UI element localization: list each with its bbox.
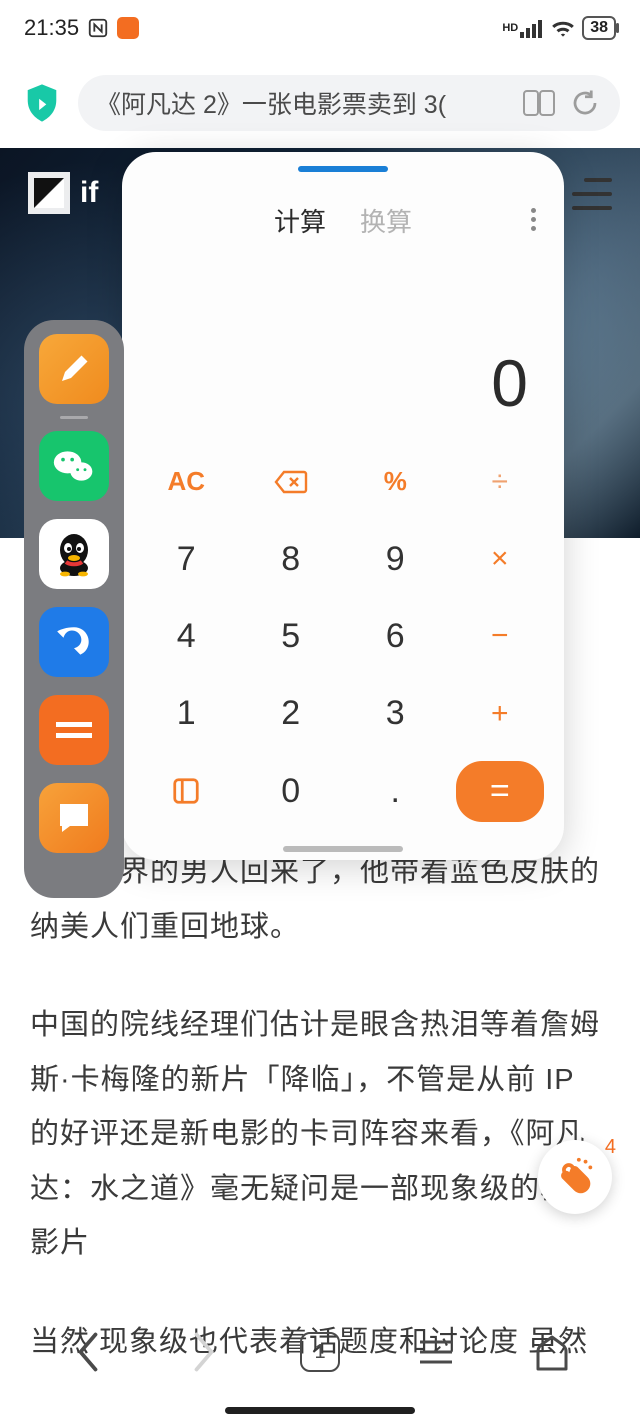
- nav-home-button[interactable]: [525, 1325, 579, 1379]
- nav-menu-button[interactable]: [409, 1325, 463, 1379]
- calculator-display: 0: [122, 239, 564, 439]
- status-left: 21:35: [24, 15, 139, 41]
- home-indicator[interactable]: [225, 1407, 415, 1414]
- key-add[interactable]: +: [450, 677, 551, 750]
- key-divide[interactable]: ÷: [450, 445, 551, 518]
- key-8[interactable]: 8: [241, 522, 342, 595]
- calculator-floating-window[interactable]: 计算 换算 0 AC % ÷ 7 8 9 × 4 5 6 − 1 2 3 + 0…: [122, 152, 564, 860]
- site-logo[interactable]: if: [28, 172, 98, 214]
- site-menu-button[interactable]: [572, 178, 612, 210]
- clap-icon: [552, 1154, 598, 1200]
- key-multiply[interactable]: ×: [450, 522, 551, 595]
- reload-icon[interactable]: [568, 86, 602, 120]
- logo-text: if: [80, 176, 98, 210]
- browser-bottom-nav: 1: [0, 1316, 640, 1388]
- key-subtract[interactable]: −: [450, 600, 551, 673]
- key-equals[interactable]: =: [456, 761, 545, 822]
- network-hd-label: HD: [502, 22, 518, 34]
- key-5[interactable]: 5: [241, 600, 342, 673]
- dock-separator: [60, 416, 88, 419]
- battery-pct: 38: [590, 19, 608, 37]
- dock-app-wechat[interactable]: [39, 431, 109, 501]
- reader-mode-icon[interactable]: [522, 86, 556, 120]
- nav-forward-button[interactable]: [177, 1325, 231, 1379]
- dock-app-qq[interactable]: [39, 519, 109, 589]
- key-3[interactable]: 3: [345, 677, 446, 750]
- tab-count: 1: [300, 1332, 340, 1372]
- key-delete[interactable]: [241, 445, 342, 518]
- adblock-shield-button[interactable]: [20, 81, 64, 125]
- status-time: 21:35: [24, 15, 79, 41]
- key-7[interactable]: 7: [136, 522, 237, 595]
- key-ac[interactable]: AC: [136, 445, 237, 518]
- recording-indicator-icon: [117, 17, 139, 39]
- key-4[interactable]: 4: [136, 600, 237, 673]
- dock-app-notes[interactable]: [39, 334, 109, 404]
- key-expand[interactable]: [136, 755, 237, 828]
- calculator-tabs: 计算 换算: [122, 202, 564, 239]
- dock-app-calculator[interactable]: [39, 695, 109, 765]
- key-6[interactable]: 6: [345, 600, 446, 673]
- window-resize-handle[interactable]: [283, 846, 403, 852]
- key-percent[interactable]: %: [345, 445, 446, 518]
- article-paragraph: 中国的院线经理们估计是眼含热泪等着詹姆斯·卡梅隆的新片「降临」，不管是从前 IP…: [30, 998, 610, 1271]
- status-bar: 21:35 HD 38: [0, 0, 640, 56]
- clap-button[interactable]: 4: [538, 1140, 612, 1214]
- calculator-keypad: AC % ÷ 7 8 9 × 4 5 6 − 1 2 3 + 0 . =: [122, 439, 564, 846]
- key-1[interactable]: 1: [136, 677, 237, 750]
- dock-app-messages[interactable]: [39, 783, 109, 853]
- key-0[interactable]: 0: [241, 755, 342, 828]
- signal-icon: [520, 18, 544, 38]
- key-2[interactable]: 2: [241, 677, 342, 750]
- address-bar[interactable]: 《阿凡达 2》一张电影票卖到 3(: [78, 75, 620, 131]
- key-9[interactable]: 9: [345, 522, 446, 595]
- calculator-more-button[interactable]: [531, 208, 536, 231]
- nfc-icon: [87, 17, 109, 39]
- nav-back-button[interactable]: [61, 1325, 115, 1379]
- status-right: HD 38: [502, 16, 616, 40]
- key-dot[interactable]: .: [345, 755, 446, 828]
- tab-convert[interactable]: 换算: [360, 202, 412, 239]
- sidebar-dock[interactable]: [24, 320, 124, 898]
- page-title: 《阿凡达 2》一张电影票卖到 3(: [96, 85, 510, 121]
- wifi-icon: [550, 18, 576, 38]
- logo-icon: [28, 172, 70, 214]
- dock-app-blue[interactable]: [39, 607, 109, 677]
- nav-tabs-button[interactable]: 1: [293, 1325, 347, 1379]
- battery-indicator: 38: [582, 16, 616, 40]
- browser-toolbar: 《阿凡达 2》一张电影票卖到 3(: [0, 68, 640, 138]
- window-drag-handle[interactable]: [298, 166, 388, 172]
- clap-count: 4: [605, 1136, 616, 1159]
- tab-calculate[interactable]: 计算: [274, 202, 326, 239]
